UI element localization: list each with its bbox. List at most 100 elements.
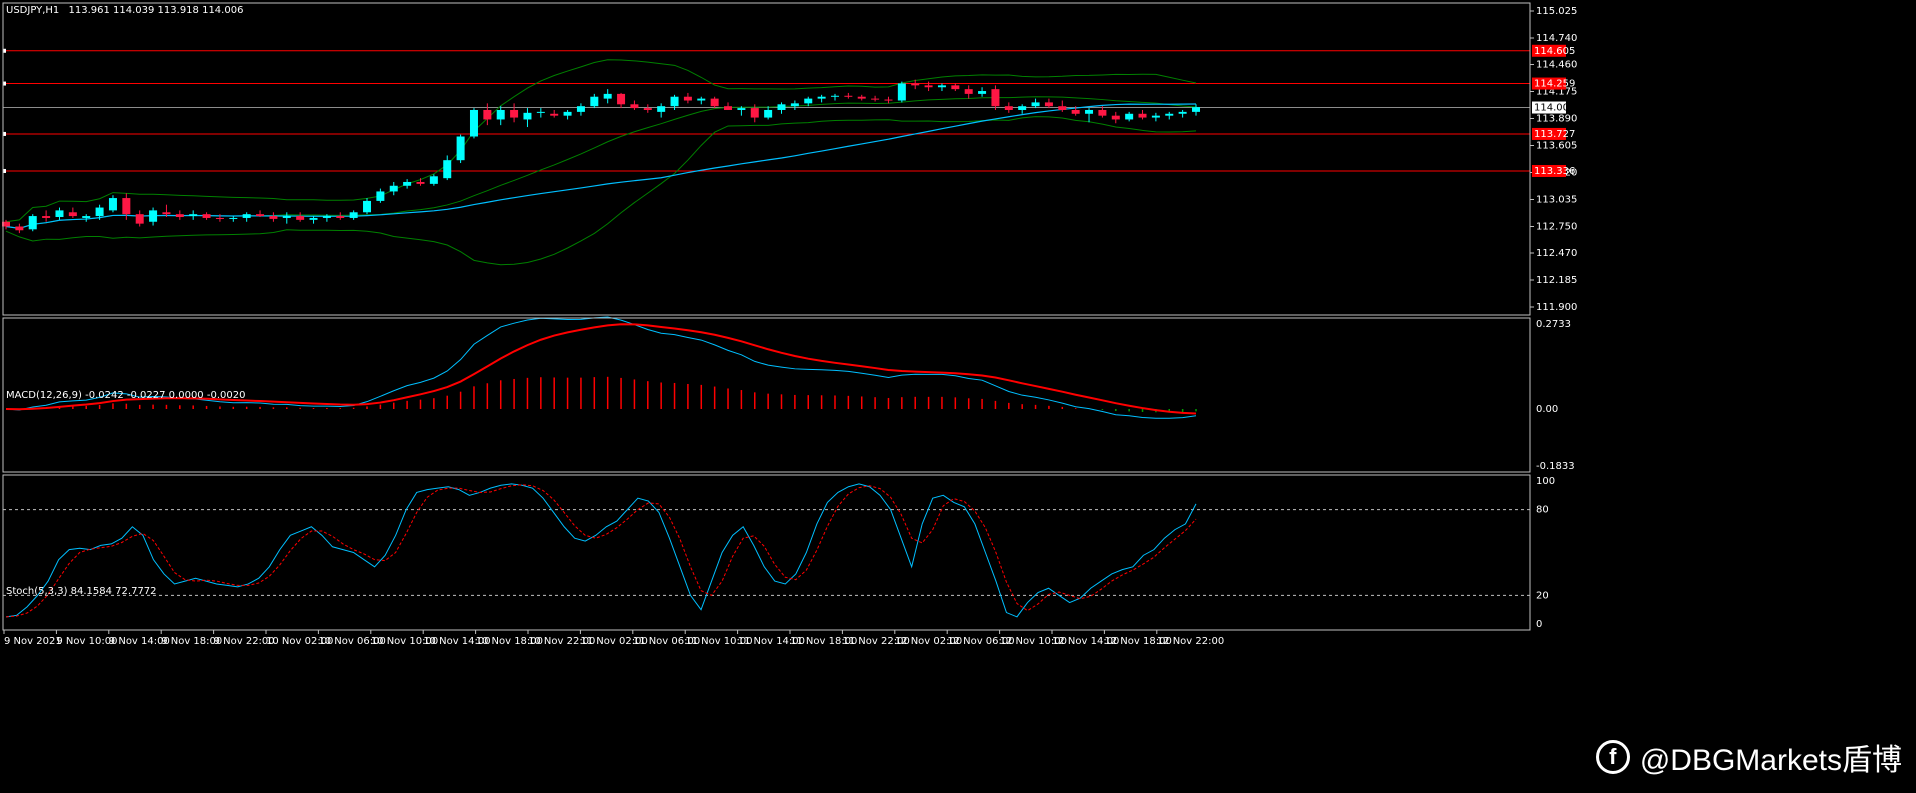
price-tick-label: 112.750 (1536, 221, 1577, 232)
macd-panel[interactable] (5, 316, 1197, 419)
candle-body (336, 216, 345, 218)
stoch-main-line (5, 483, 1197, 618)
candle-body (844, 95, 853, 97)
price-panel[interactable] (2, 48, 1530, 266)
candle-body (215, 217, 224, 219)
candle-body (630, 104, 639, 109)
candle-body (657, 106, 666, 112)
candle-body (777, 104, 786, 110)
candle-body (189, 214, 198, 217)
candle-body (469, 109, 478, 137)
candle-body (363, 200, 372, 213)
price-tick-label: 113.605 (1536, 141, 1577, 152)
time-tick-label: 9 Nov 2021 (4, 636, 62, 647)
candle-body (1125, 113, 1134, 120)
candle-body (175, 214, 184, 218)
bollinger-upper-band (5, 59, 1197, 223)
candle-body (1178, 111, 1187, 114)
candle-body (162, 212, 171, 215)
panel-frame (2, 2, 1531, 316)
candle-body (1111, 115, 1120, 120)
stoch-signal-line (5, 484, 1197, 618)
trading-chart[interactable]: 115.025114.740114.460114.175113.890113.6… (0, 0, 1916, 793)
candle-body (1004, 106, 1013, 110)
candle-body (523, 112, 532, 120)
price-panel-title: USDJPY,H1 113.961 114.039 113.918 114.00… (6, 5, 243, 16)
candle-body (750, 108, 759, 118)
candle-body (95, 207, 104, 217)
candle-body (804, 98, 813, 104)
candle-body (1151, 115, 1160, 118)
candle-body (429, 176, 438, 184)
candle-body (1138, 113, 1147, 118)
macd-main-line (5, 316, 1197, 419)
price-tick-label: 112.470 (1536, 248, 1577, 259)
candle-body (1071, 109, 1080, 114)
price-tick-label: 111.900 (1536, 302, 1577, 313)
candle-body (296, 216, 305, 220)
candle-body (1192, 107, 1200, 112)
candle-body (1165, 113, 1174, 116)
candle-body (710, 98, 719, 107)
price-tick-label: 113.890 (1536, 114, 1577, 125)
candle-body (403, 181, 412, 186)
candle-body (911, 83, 920, 86)
moving-average-line (5, 103, 1197, 229)
candle-body (82, 216, 91, 218)
price-tick-label: 114.740 (1536, 33, 1577, 44)
stoch-tick-label: 100 (1536, 476, 1555, 487)
level-price-label: 114.605 (1534, 46, 1575, 57)
stoch-panel[interactable] (3, 483, 1530, 618)
candle-body (817, 96, 826, 99)
candle-body (349, 212, 358, 218)
candle-body (576, 106, 585, 112)
candle-body (483, 109, 492, 120)
candle-body (590, 96, 599, 107)
bollinger-lower-band (5, 116, 1197, 266)
level-price-label: 113.727 (1534, 129, 1575, 140)
candle-body (122, 198, 131, 215)
stoch-tick-label: 0 (1536, 619, 1542, 630)
watermark-text: @DBGMarkets盾博 (1639, 744, 1902, 777)
candle-body (603, 93, 612, 99)
candle-body (643, 108, 652, 110)
candle-body (376, 191, 385, 201)
time-tick-label: 12 Nov 22:00 (1157, 636, 1224, 647)
f-logo-icon: f (1595, 740, 1630, 774)
candle-body (991, 89, 1000, 107)
candle-body (1018, 106, 1027, 110)
candle-body (1098, 109, 1107, 116)
price-tick-label: 113.035 (1536, 194, 1577, 205)
candle-body (229, 217, 238, 219)
level-price-label: 113.336 (1534, 166, 1575, 177)
macd-tick-label: 0.2733 (1536, 319, 1571, 330)
candle-body (857, 96, 866, 99)
candle-body (683, 96, 692, 101)
symbol-title: USDJPY,H1 (6, 5, 59, 16)
candle-body (309, 217, 318, 220)
candle-body (510, 109, 519, 118)
candle-body (202, 214, 211, 218)
candle-body (242, 214, 251, 218)
level-price-label: 114.259 (1534, 79, 1575, 90)
candle-body (1031, 102, 1040, 107)
candle-body (15, 226, 24, 231)
candle-body (135, 214, 144, 224)
candle-body (830, 95, 839, 97)
stoch-title: Stoch(5,3,3) 84.1584 72.7772 (6, 586, 157, 597)
candle-body (108, 198, 117, 211)
candle-body (937, 85, 946, 88)
price-tick-label: 112.185 (1536, 275, 1577, 286)
axes: 115.025114.740114.460114.175113.890113.6… (2, 2, 1577, 647)
candle-body (924, 85, 933, 88)
candle-body (737, 108, 746, 110)
candle-body (884, 99, 893, 101)
candle-body (456, 136, 465, 161)
candle-body (282, 216, 291, 218)
stoch-tick-label: 80 (1536, 505, 1549, 516)
watermark: f @DBGMarkets盾博 (1595, 735, 1902, 779)
candle-body (269, 216, 278, 219)
candle-body (256, 214, 265, 217)
macd-tick-label: -0.1833 (1536, 461, 1575, 472)
candle-body (871, 98, 880, 100)
